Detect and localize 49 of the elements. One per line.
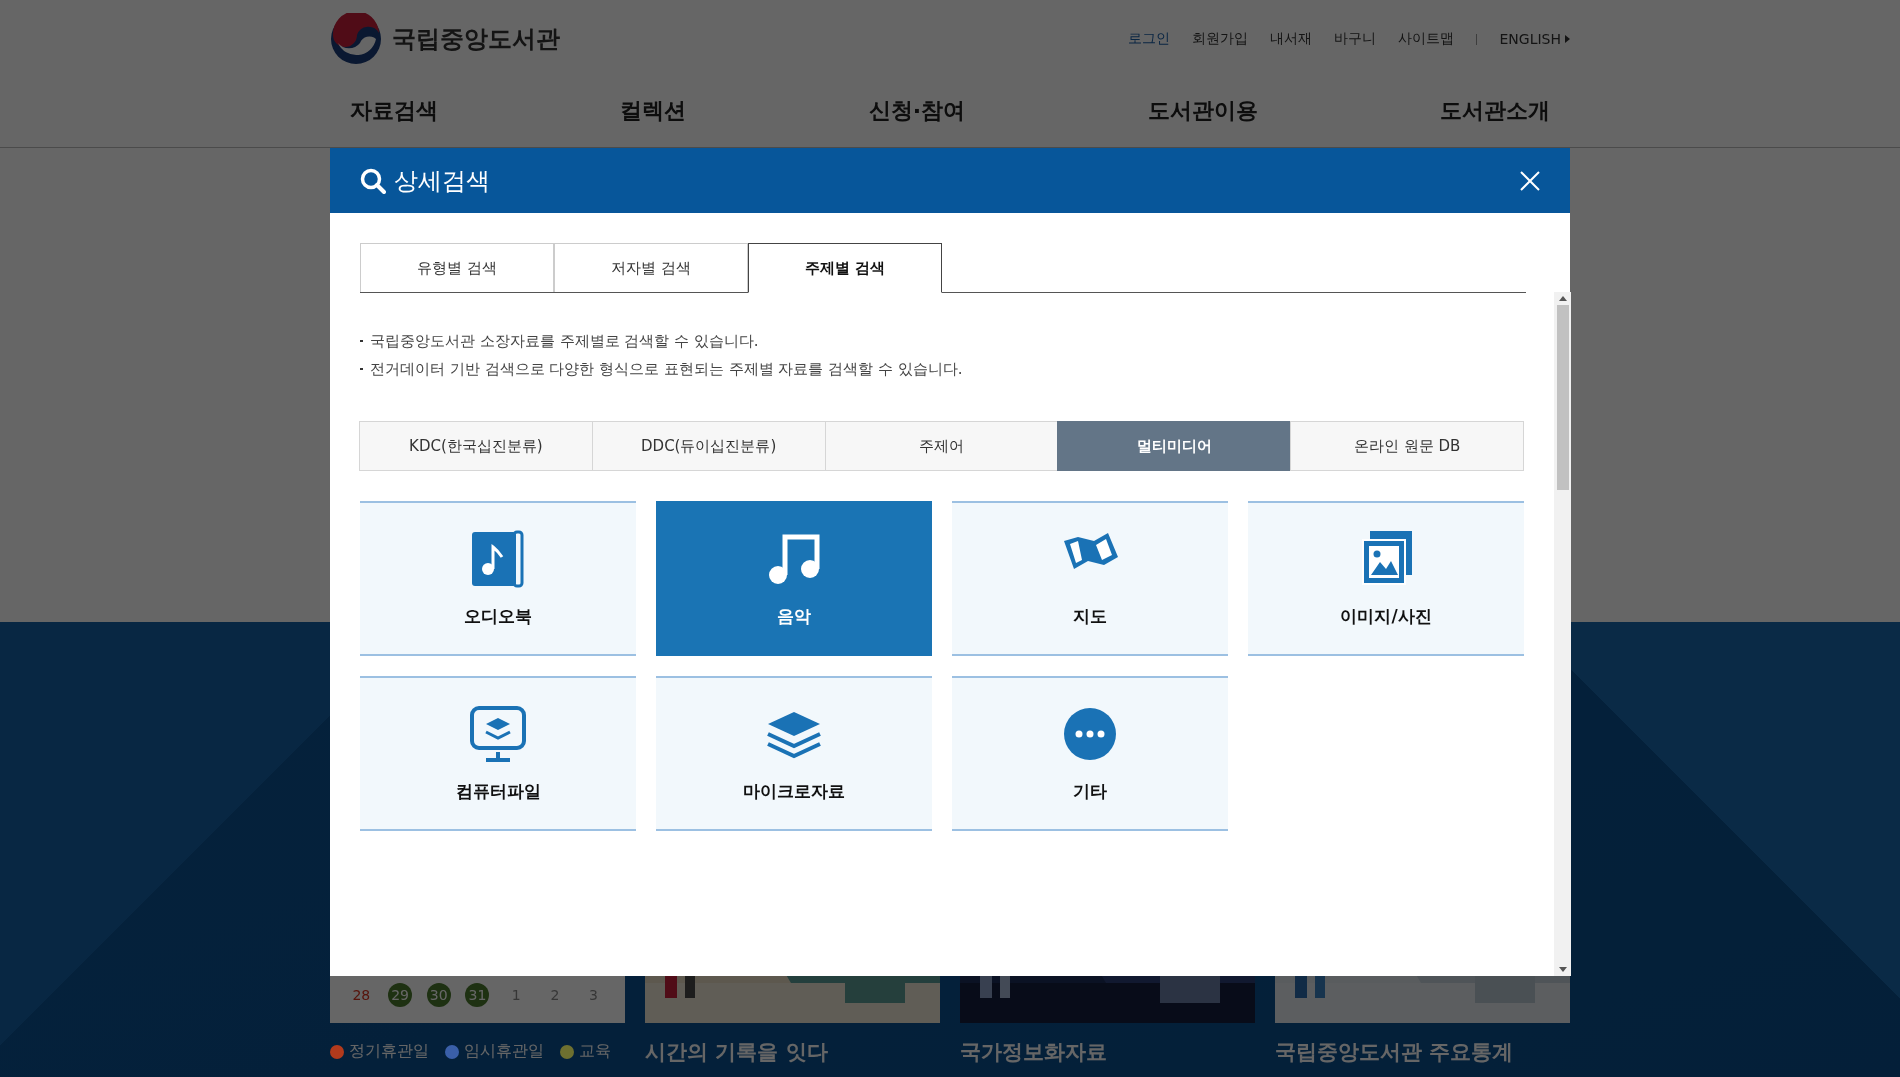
search-tab[interactable]: 저자별 검색 — [554, 243, 748, 292]
util-link[interactable]: 회원가입 — [1192, 30, 1249, 48]
util-link[interactable]: 사이트맵 — [1398, 30, 1455, 48]
nav-item[interactable]: 도서관소개 — [1440, 78, 1550, 138]
nav-item[interactable]: 도서관이용 — [1147, 78, 1258, 138]
card-caption[interactable]: 국립중앙도서관 주요통계 — [1275, 1023, 1570, 1066]
nav-item[interactable]: 컬렉션 — [620, 78, 687, 138]
scroll-thumb[interactable] — [1556, 305, 1569, 490]
calendar-day[interactable]: 30 — [426, 983, 451, 1007]
media-tile[interactable]: 오디오북 — [360, 501, 636, 656]
media-tile[interactable]: 컴퓨터파일 — [360, 676, 636, 831]
media-tile[interactable]: 기타 — [952, 676, 1228, 831]
dialog-title: 상세검색 — [394, 165, 491, 197]
category-tab[interactable]: 온라인 원문 DB — [1290, 421, 1524, 471]
card-caption[interactable]: 시간의 기록을 잇다 — [645, 1023, 940, 1066]
scroll-down-icon[interactable] — [1558, 967, 1567, 972]
nav-item[interactable]: 신청·참여 — [868, 78, 966, 138]
language-link[interactable]: ENGLISH — [1499, 31, 1570, 47]
media-tile[interactable]: 지도 — [952, 501, 1228, 656]
search-icon — [360, 167, 386, 194]
card-caption[interactable]: 국가정보화자료 — [960, 1023, 1255, 1066]
legend-label: 정기휴관일 — [349, 1041, 429, 1062]
legend-label: 교육 — [579, 1041, 611, 1062]
legend-label: 임시휴관일 — [464, 1041, 544, 1062]
search-tab[interactable]: 유형별 검색 — [360, 243, 554, 292]
logo-emblem-icon — [330, 13, 382, 65]
note-text: 국립중앙도서관 소장자료를 주제별로 검색할 수 있습니다. — [360, 327, 1524, 355]
util-link[interactable]: 내서재 — [1270, 30, 1313, 48]
caret-icon — [1565, 35, 1570, 43]
util-link[interactable]: 로그인 — [1128, 30, 1171, 48]
search-tab[interactable]: 주제별 검색 — [748, 243, 942, 293]
nav-item[interactable]: 자료검색 — [350, 78, 438, 138]
calendar-day[interactable]: 29 — [388, 983, 413, 1007]
note-text: 전거데이터 기반 검색으로 다양한 형식으로 표현되는 주제별 자료를 검색할 수 있습니다. — [360, 355, 1524, 383]
media-tile[interactable]: 음악 — [656, 501, 932, 656]
scroll-up-icon[interactable] — [1558, 296, 1567, 301]
category-tab[interactable]: DDC(듀이십진분류) — [591, 421, 826, 471]
category-tab[interactable]: 멀티미디어 — [1057, 421, 1292, 471]
close-button[interactable] — [1520, 170, 1540, 191]
calendar-day[interactable]: 28 — [349, 983, 374, 1007]
calendar-day[interactable]: 31 — [465, 983, 490, 1007]
monitor-layers-icon — [468, 704, 528, 764]
category-tab[interactable]: KDC(한국십진분류) — [359, 421, 593, 471]
media-tile[interactable]: 마이크로자료 — [656, 676, 932, 831]
scrollbar[interactable] — [1554, 292, 1571, 976]
category-tab[interactable]: 주제어 — [824, 421, 1059, 471]
util-link[interactable]: 바구니 — [1334, 30, 1377, 48]
logo-text[interactable]: 국립중앙도서관 — [392, 23, 560, 55]
media-tile[interactable]: 이미지/사진 — [1248, 501, 1524, 656]
